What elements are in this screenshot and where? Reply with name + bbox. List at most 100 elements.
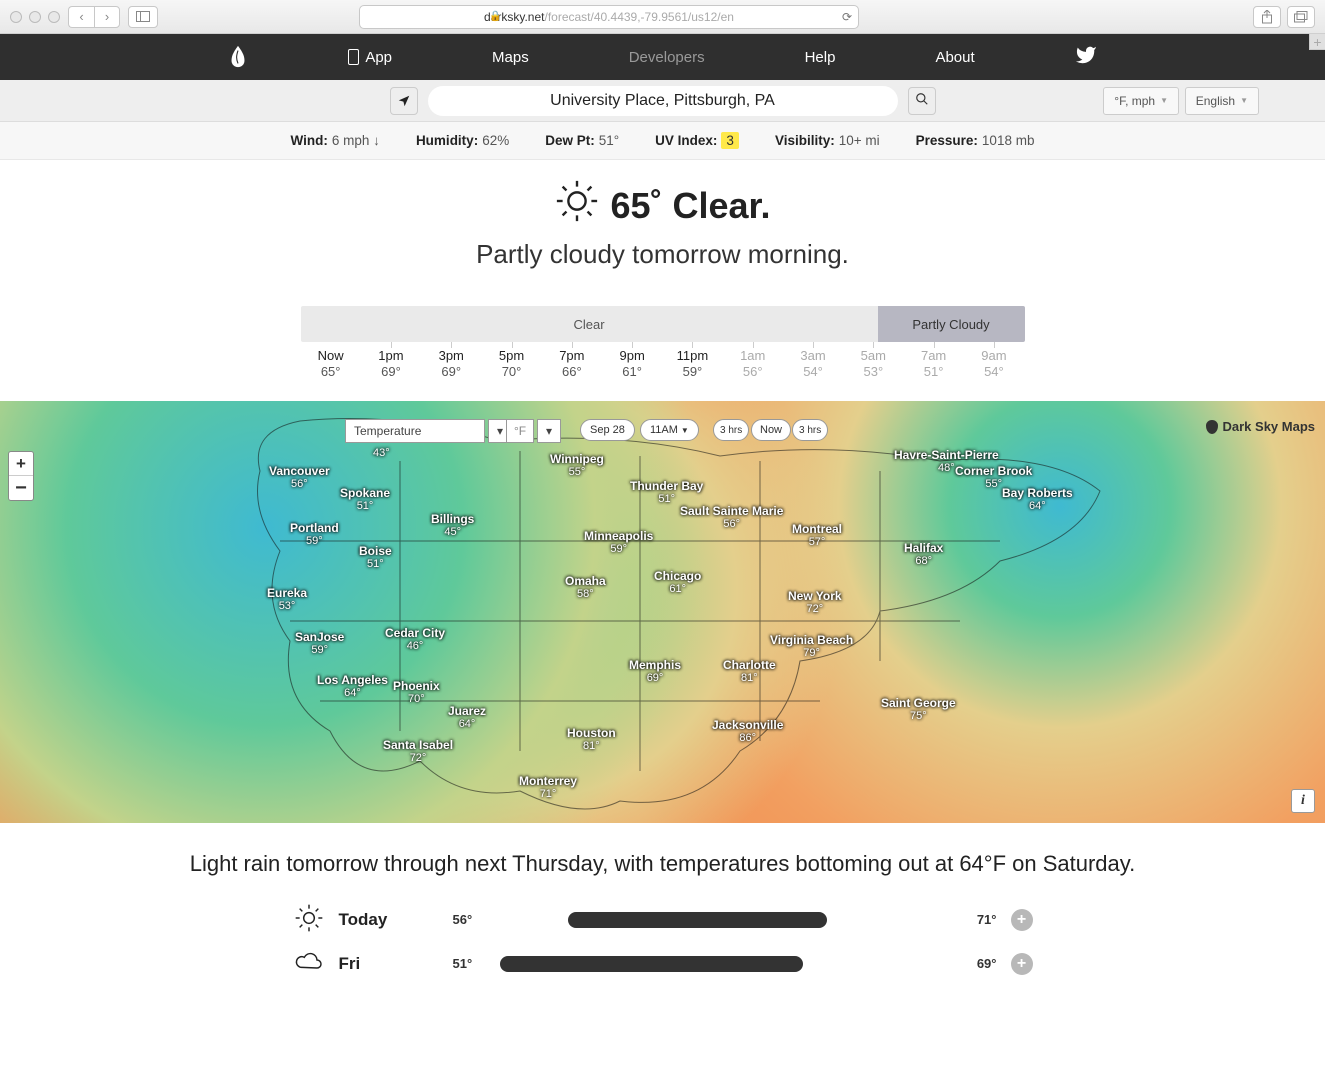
hourly-tick: Now65° bbox=[301, 348, 361, 379]
nav-maps[interactable]: Maps bbox=[492, 49, 529, 66]
url-bar[interactable]: 🔒 darksky.net/forecast/40.4439,-79.9561/… bbox=[359, 5, 859, 29]
map-city-label: Sault Sainte Marie56° bbox=[680, 505, 783, 530]
nav-app[interactable]: App bbox=[348, 49, 392, 66]
cloud-icon bbox=[293, 946, 325, 981]
stat-pressure: Pressure:1018 mb bbox=[916, 133, 1035, 148]
weather-map[interactable]: Temperature ▾ °F ▾ Sep 28 11AM▼ 3 hrs No… bbox=[0, 401, 1325, 823]
map-city-label: 43° bbox=[373, 447, 390, 459]
map-city-label: Houston81° bbox=[567, 727, 616, 752]
map-info-button[interactable]: i bbox=[1291, 789, 1315, 813]
hourly-tick: 1am56° bbox=[723, 348, 783, 379]
chevron-down-icon: ▼ bbox=[1160, 96, 1168, 105]
sidebar-icon bbox=[136, 11, 150, 22]
close-window-icon[interactable] bbox=[10, 11, 22, 23]
map-city-label: Spokane51° bbox=[340, 487, 390, 512]
map-zoom-out[interactable]: − bbox=[9, 476, 33, 500]
map-time-pill[interactable]: 11AM▼ bbox=[640, 419, 699, 441]
day-name: Fri bbox=[339, 954, 439, 974]
sun-icon bbox=[554, 178, 600, 233]
map-city-label: Omaha58° bbox=[565, 575, 606, 600]
hourly-tick: 11pm59° bbox=[662, 348, 722, 379]
map-city-label: Cedar City46° bbox=[385, 627, 445, 652]
nav-developers[interactable]: Developers bbox=[629, 49, 705, 66]
map-now-button[interactable]: Now bbox=[751, 419, 791, 441]
forward-button[interactable]: › bbox=[94, 6, 120, 28]
weekly-summary: Light rain tomorrow through next Thursda… bbox=[0, 823, 1325, 898]
map-city-label: Los Angeles64° bbox=[317, 674, 388, 699]
location-arrow-icon bbox=[397, 94, 411, 108]
weekly-day-row[interactable]: Fri51°69°+ bbox=[293, 942, 1033, 986]
phone-icon bbox=[348, 49, 359, 65]
map-city-label: Memphis69° bbox=[629, 659, 681, 684]
hourly-seg-partly-cloudy: Partly Cloudy bbox=[878, 306, 1025, 342]
map-city-label: Boise51° bbox=[359, 545, 392, 570]
hourly-seg-clear: Clear bbox=[301, 306, 878, 342]
map-city-label: Bay Roberts64° bbox=[1002, 487, 1073, 512]
map-date-pill[interactable]: Sep 28 bbox=[580, 419, 635, 441]
search-icon bbox=[915, 92, 929, 109]
continent-outline bbox=[0, 401, 1325, 823]
map-controls: Temperature ▾ °F ▾ Sep 28 11AM▼ 3 hrs No… bbox=[0, 409, 1325, 439]
map-city-label: Montreal57° bbox=[792, 523, 842, 548]
sidebar-toggle-button[interactable] bbox=[128, 6, 158, 28]
map-city-label: Santa Isabel72° bbox=[383, 739, 453, 764]
current-temp-cond: 65˚ Clear. bbox=[610, 185, 770, 227]
tabs-button[interactable] bbox=[1287, 6, 1315, 28]
search-button[interactable] bbox=[908, 87, 936, 115]
map-city-label: Minneapolis59° bbox=[584, 530, 653, 555]
new-tab-button[interactable]: + bbox=[1309, 34, 1325, 50]
hourly-tick: 3am54° bbox=[783, 348, 843, 379]
map-step-back[interactable]: 3 hrs bbox=[713, 419, 749, 441]
map-brand[interactable]: Dark Sky Maps bbox=[1206, 419, 1316, 434]
hourly-tick: 3pm69° bbox=[421, 348, 481, 379]
minimize-window-icon[interactable] bbox=[29, 11, 41, 23]
nav-about[interactable]: About bbox=[935, 49, 974, 66]
expand-day-button[interactable]: + bbox=[1011, 909, 1033, 931]
map-unit-caret[interactable]: ▾ bbox=[537, 419, 561, 443]
location-input[interactable] bbox=[428, 86, 898, 116]
hourly-tick: 7pm66° bbox=[542, 348, 602, 379]
map-city-label: Juarez64° bbox=[448, 705, 486, 730]
map-city-label: Halifax68° bbox=[904, 542, 943, 567]
nav-help[interactable]: Help bbox=[805, 49, 836, 66]
units-dropdown[interactable]: °F, mph▼ bbox=[1103, 87, 1179, 115]
language-dropdown[interactable]: English▼ bbox=[1185, 87, 1259, 115]
map-step-forward[interactable]: 3 hrs bbox=[792, 419, 828, 441]
map-city-label: Portland59° bbox=[290, 522, 339, 547]
share-icon bbox=[1261, 10, 1273, 24]
day-name: Today bbox=[339, 910, 439, 930]
nav-back-forward: ‹ › bbox=[68, 6, 120, 28]
geolocate-button[interactable] bbox=[390, 87, 418, 115]
browser-chrome: ‹ › 🔒 darksky.net/forecast/40.4439,-79.9… bbox=[0, 0, 1325, 34]
temp-hi: 71° bbox=[977, 912, 997, 927]
map-zoom-control: + − bbox=[8, 451, 34, 501]
hourly-condition-bar: Clear Partly Cloudy bbox=[301, 306, 1025, 342]
lock-icon: 🔒 bbox=[489, 11, 501, 22]
weekly-day-row[interactable]: Today56°71°+ bbox=[293, 898, 1033, 942]
map-zoom-in[interactable]: + bbox=[9, 452, 33, 476]
map-city-label: Thunder Bay51° bbox=[630, 480, 703, 505]
map-city-label: SanJose59° bbox=[295, 631, 344, 656]
hourly-tick: 5pm70° bbox=[481, 348, 541, 379]
hourly-tick: 9pm61° bbox=[602, 348, 662, 379]
map-city-label: Chicago61° bbox=[654, 570, 701, 595]
map-city-label: Eureka53° bbox=[267, 587, 307, 612]
chevron-down-icon: ▼ bbox=[681, 426, 689, 435]
twitter-icon[interactable] bbox=[1075, 44, 1097, 70]
zoom-window-icon[interactable] bbox=[48, 11, 60, 23]
reload-icon[interactable]: ⟳ bbox=[842, 10, 852, 24]
share-button[interactable] bbox=[1253, 6, 1281, 28]
traffic-lights bbox=[10, 11, 60, 23]
stat-uv: UV Index:3 bbox=[655, 133, 739, 148]
expand-day-button[interactable]: + bbox=[1011, 953, 1033, 975]
map-city-label: Virginia Beach79° bbox=[770, 634, 853, 659]
map-layer-dropdown[interactable]: Temperature bbox=[345, 419, 485, 443]
map-city-label: New York72° bbox=[788, 590, 842, 615]
map-city-label: Winnipeg55° bbox=[550, 453, 604, 478]
stat-wind: Wind:6 mph ↓ bbox=[291, 133, 380, 148]
map-city-label: Billings45° bbox=[431, 513, 474, 538]
current-stats-row: Wind:6 mph ↓ Humidity:62% Dew Pt:51° UV … bbox=[0, 122, 1325, 160]
back-button[interactable]: ‹ bbox=[68, 6, 94, 28]
tabs-icon bbox=[1294, 11, 1308, 23]
darksky-logo-icon[interactable] bbox=[228, 45, 248, 69]
